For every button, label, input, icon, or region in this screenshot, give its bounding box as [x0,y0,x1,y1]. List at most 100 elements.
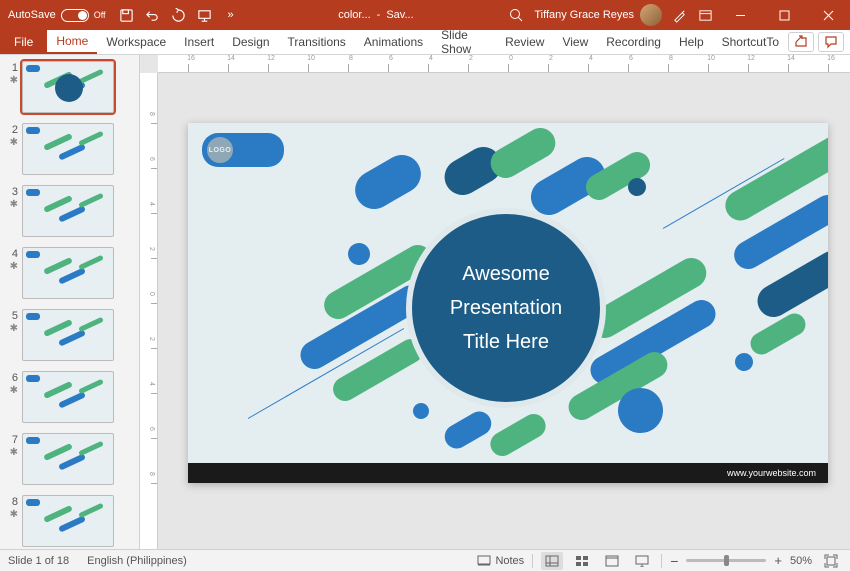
tab-design[interactable]: Design [223,30,278,54]
animation-star-icon: ✱ [10,323,18,334]
slide-panel: 1✱2✱3✱4✱5✱6✱7✱8✱ [0,55,140,549]
file-tab[interactable]: File [0,30,47,54]
notes-label: Notes [495,555,524,567]
thumbnail-row: 2✱ [4,123,135,175]
draw-mode-button[interactable] [666,0,692,30]
undo-button[interactable] [140,0,166,30]
normal-view-button[interactable] [541,552,563,570]
animation-star-icon: ✱ [10,385,18,396]
tab-workspace[interactable]: Workspace [97,30,175,54]
thumbnail-number: 4 [4,247,18,260]
status-bar: Slide 1 of 18 English (Philippines) Note… [0,549,850,571]
thumbnail-number: 1 [4,61,18,74]
zoom-level[interactable]: 50% [790,555,812,567]
redo-button[interactable] [166,0,192,30]
tab-home[interactable]: Home [47,30,97,54]
thumbnail-number: 5 [4,309,18,322]
title-circle[interactable]: Awesome Presentation Title Here [406,208,606,408]
thumbnail-row: 8✱ [4,495,135,547]
language[interactable]: English (Philippines) [87,555,187,567]
logo-badge: LOGO [202,133,284,167]
thumbnail-number: 2 [4,123,18,136]
comments-button[interactable] [818,32,844,52]
document-title-area: color... - Sav... [244,9,509,21]
slide-thumbnail[interactable] [22,309,114,361]
maximize-button[interactable] [762,0,806,30]
title-line-3: Title Here [463,325,549,359]
animation-star-icon: ✱ [10,261,18,272]
thumbnail-row: 5✱ [4,309,135,361]
zoom-out-button[interactable]: − [670,553,678,569]
notes-button[interactable]: Notes [477,555,524,567]
slide-thumbnail[interactable] [22,371,114,423]
slide-thumbnail[interactable] [22,433,114,485]
thumbnail-number: 6 [4,371,18,384]
tab-shortcutto[interactable]: ShortcutTo [713,30,788,54]
tab-insert[interactable]: Insert [175,30,223,54]
save-button[interactable] [114,0,140,30]
logo-text: LOGO [204,134,236,166]
canvas-area: 1614121086420246810121416 864202468 [140,55,850,549]
search-icon[interactable] [508,7,524,23]
document-name[interactable]: color... [338,9,370,21]
thumbnail-row: 3✱ [4,185,135,237]
slide-panel-scroll[interactable]: 1✱2✱3✱4✱5✱6✱7✱8✱ [0,55,139,549]
sorter-view-button[interactable] [571,552,593,570]
ribbon-tabs: File Home Workspace Insert Design Transi… [0,30,850,55]
tab-review[interactable]: Review [496,30,553,54]
autosave-toggle[interactable]: AutoSave Off [0,9,114,22]
slideshow-view-button[interactable] [631,552,653,570]
vertical-ruler: 864202468 [140,73,158,549]
user-name: Tiffany Grace Reyes [534,9,634,21]
slide-thumbnail[interactable] [22,123,114,175]
present-button[interactable] [192,0,218,30]
animation-star-icon: ✱ [10,199,18,210]
toggle-switch-icon [61,9,89,22]
animation-star-icon: ✱ [10,137,18,148]
slide-footer: www.yourwebsite.com [188,463,828,483]
animation-star-icon: ✱ [10,447,18,458]
thumbnail-number: 8 [4,495,18,508]
more-quickaccess[interactable]: » [218,0,244,30]
tab-view[interactable]: View [553,30,597,54]
save-status: Sav... [386,9,413,21]
slide-position[interactable]: Slide 1 of 18 [8,555,69,567]
avatar [640,4,662,26]
fit-to-window-button[interactable] [820,552,842,570]
zoom-in-button[interactable]: + [774,553,782,568]
animation-star-icon: ✱ [10,509,18,520]
autosave-state: Off [94,10,106,20]
tab-recording[interactable]: Recording [597,30,670,54]
tab-help[interactable]: Help [670,30,713,54]
share-button[interactable] [788,32,814,52]
slide-thumbnail[interactable] [22,185,114,237]
tab-animations[interactable]: Animations [355,30,432,54]
slide-thumbnail[interactable] [22,247,114,299]
title-line-2: Presentation [450,291,562,325]
autosave-label: AutoSave [8,9,56,21]
thumbnail-row: 7✱ [4,433,135,485]
slide-thumbnail[interactable] [22,495,114,547]
title-bar: AutoSave Off » color... - Sav... Tiffany… [0,0,850,30]
website-url: www.yourwebsite.com [727,468,816,478]
zoom-slider[interactable] [686,559,766,562]
slide-thumbnail[interactable] [22,61,114,113]
thumbnail-number: 7 [4,433,18,446]
thumbnail-row: 6✱ [4,371,135,423]
thumbnail-number: 3 [4,185,18,198]
minimize-button[interactable] [718,0,762,30]
animation-star-icon: ✱ [10,75,18,86]
slide-stage[interactable]: LOGO Awesome Presentation Title Here www… [158,73,850,549]
horizontal-ruler: 1614121086420246810121416 [158,55,850,73]
thumbnail-row: 4✱ [4,247,135,299]
tab-transitions[interactable]: Transitions [279,30,355,54]
tab-slideshow[interactable]: Slide Show [432,30,496,54]
work-area: 1✱2✱3✱4✱5✱6✱7✱8✱ 16141210864202468101214… [0,55,850,549]
reading-view-button[interactable] [601,552,623,570]
ribbon-display-button[interactable] [692,0,718,30]
close-button[interactable] [806,0,850,30]
thumbnail-row: 1✱ [4,61,135,113]
user-account[interactable]: Tiffany Grace Reyes [534,4,666,26]
title-line-1: Awesome [462,257,549,291]
slide-canvas[interactable]: LOGO Awesome Presentation Title Here www… [188,123,828,483]
